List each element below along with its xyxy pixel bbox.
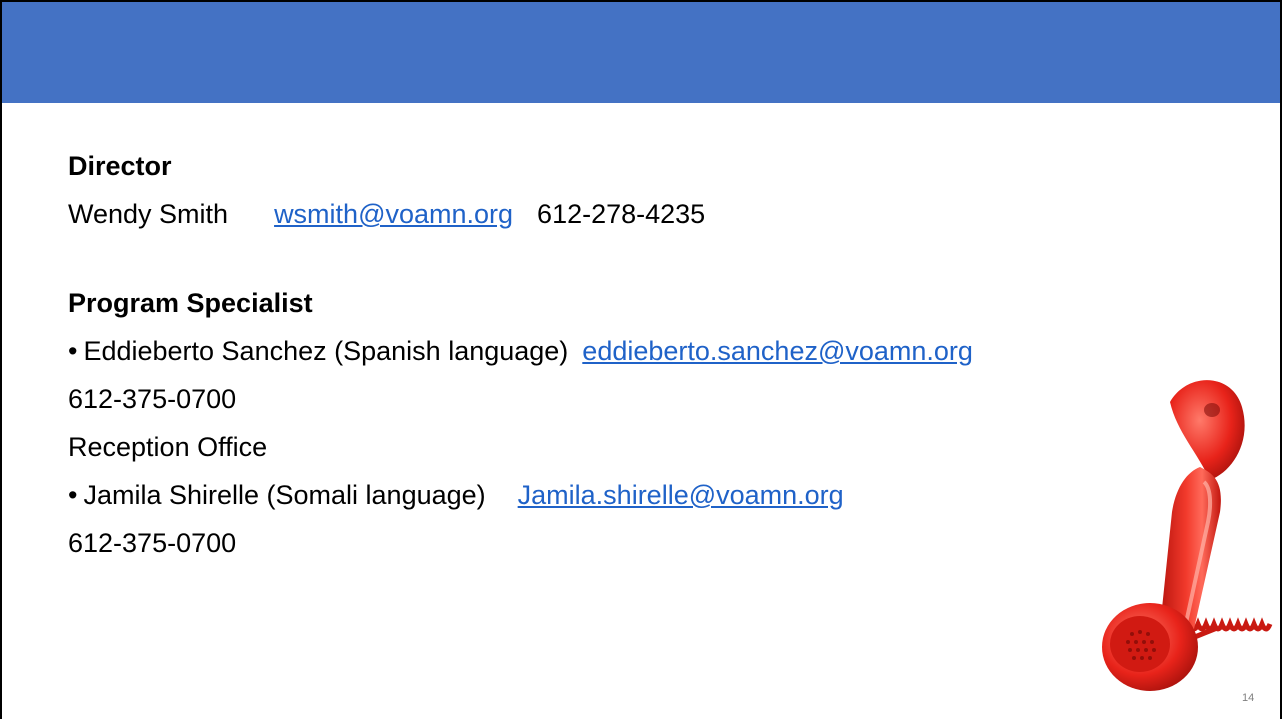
specialist-name-2: Jamila Shirelle (Somali language) bbox=[83, 480, 486, 510]
contact-list: Director Wendy Smith wsmith@voamn.org 612-… bbox=[68, 142, 973, 567]
reception-office-label: Reception Office bbox=[68, 432, 268, 462]
director-heading: Director bbox=[68, 151, 172, 181]
page-number: 14 bbox=[1242, 692, 1255, 704]
header-band bbox=[2, 2, 1280, 103]
specialist-row-2: • Jamila Shirelle (Somali language) Jamila… bbox=[68, 471, 973, 519]
slide: Director Wendy Smith wsmith@voamn.org 612-… bbox=[0, 0, 1282, 719]
director-row: Wendy Smith wsmith@voamn.org 612-278-4235 bbox=[68, 190, 973, 238]
bullet: • bbox=[68, 480, 78, 510]
specialist-phone-2: 612-375-0700 bbox=[68, 528, 237, 558]
specialist-phone-1: 612-375-0700 bbox=[68, 384, 237, 414]
specialist-email-link-1[interactable]: eddieberto.sanchez@voamn.org bbox=[582, 336, 973, 366]
telephone-handset-icon bbox=[1102, 380, 1273, 691]
director-email-link[interactable]: wsmith@voamn.org bbox=[274, 199, 513, 229]
director-phone: 612-278-4235 bbox=[537, 199, 706, 229]
program-specialist-heading: Program Specialist bbox=[68, 288, 313, 318]
specialist-name-1: Eddieberto Sanchez (Spanish language) bbox=[83, 336, 569, 366]
specialist-row-1: • Eddieberto Sanchez (Spanish language) ed… bbox=[68, 327, 973, 375]
specialist-email-link-2[interactable]: Jamila.shirelle@voamn.org bbox=[518, 480, 844, 510]
director-name: Wendy Smith bbox=[68, 199, 229, 229]
bullet: • bbox=[68, 336, 78, 366]
